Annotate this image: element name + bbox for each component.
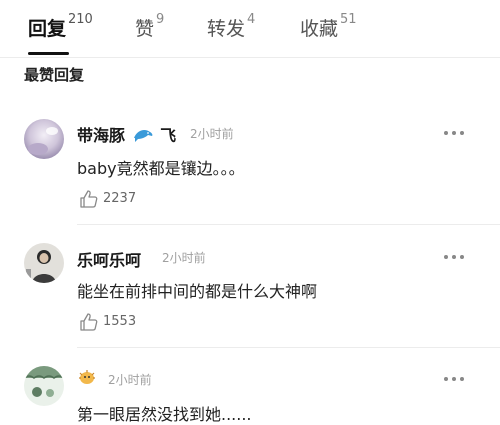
tab-count: 51 bbox=[340, 12, 357, 27]
tab-likes[interactable]: 赞9 bbox=[135, 12, 165, 44]
thumbs-up-icon bbox=[80, 190, 98, 208]
tab-label: 收藏 bbox=[300, 18, 339, 40]
more-icon[interactable] bbox=[444, 129, 466, 137]
avatar[interactable] bbox=[24, 366, 64, 406]
tab-bar: 回复 210 赞9 转发 4 收藏 51 bbox=[0, 0, 500, 58]
more-icon[interactable] bbox=[444, 253, 466, 261]
username-suffix: 飞 bbox=[160, 126, 177, 145]
timestamp: 2小时前 bbox=[108, 373, 152, 387]
comment-divider bbox=[77, 224, 500, 225]
comment-divider bbox=[77, 347, 500, 348]
tab-count: 210 bbox=[68, 12, 93, 27]
avatar[interactable] bbox=[24, 119, 64, 159]
timestamp: 2小时前 bbox=[162, 251, 206, 265]
tab-label: 回复 bbox=[28, 18, 67, 40]
like-count: 1553 bbox=[103, 314, 137, 329]
tab-replies[interactable]: 回复 210 bbox=[28, 12, 93, 44]
tab-reposts[interactable]: 转发 4 bbox=[207, 12, 256, 44]
section-title: 最赞回复 bbox=[24, 66, 85, 84]
tab-count: 4 bbox=[247, 12, 256, 27]
avatar[interactable] bbox=[24, 243, 64, 283]
comment-text: 第一眼居然没找到她...... bbox=[77, 405, 252, 424]
comment-text: 能坐在前排中间的都是什么大神啊 bbox=[77, 282, 318, 301]
comment-text: baby竟然都是镶边。。。 bbox=[77, 159, 245, 178]
tab-label: 转发 bbox=[207, 18, 246, 40]
timestamp: 2小时前 bbox=[190, 127, 234, 141]
puffer-fish-icon bbox=[77, 368, 97, 390]
tab-count: 9 bbox=[156, 12, 165, 27]
username-text: 带海豚 bbox=[77, 126, 126, 145]
tab-bar-divider bbox=[0, 57, 500, 58]
more-icon[interactable] bbox=[444, 375, 466, 383]
tab-label: 赞 bbox=[135, 18, 155, 40]
active-tab-indicator bbox=[28, 52, 69, 55]
username[interactable]: 乐呵乐呵 bbox=[77, 247, 141, 271]
dolphin-icon bbox=[132, 126, 154, 148]
tab-favorites[interactable]: 收藏 51 bbox=[300, 12, 357, 44]
username[interactable]: 带海豚 飞 bbox=[77, 122, 176, 148]
like-count: 2237 bbox=[103, 191, 137, 206]
thumbs-up-icon bbox=[80, 313, 98, 331]
